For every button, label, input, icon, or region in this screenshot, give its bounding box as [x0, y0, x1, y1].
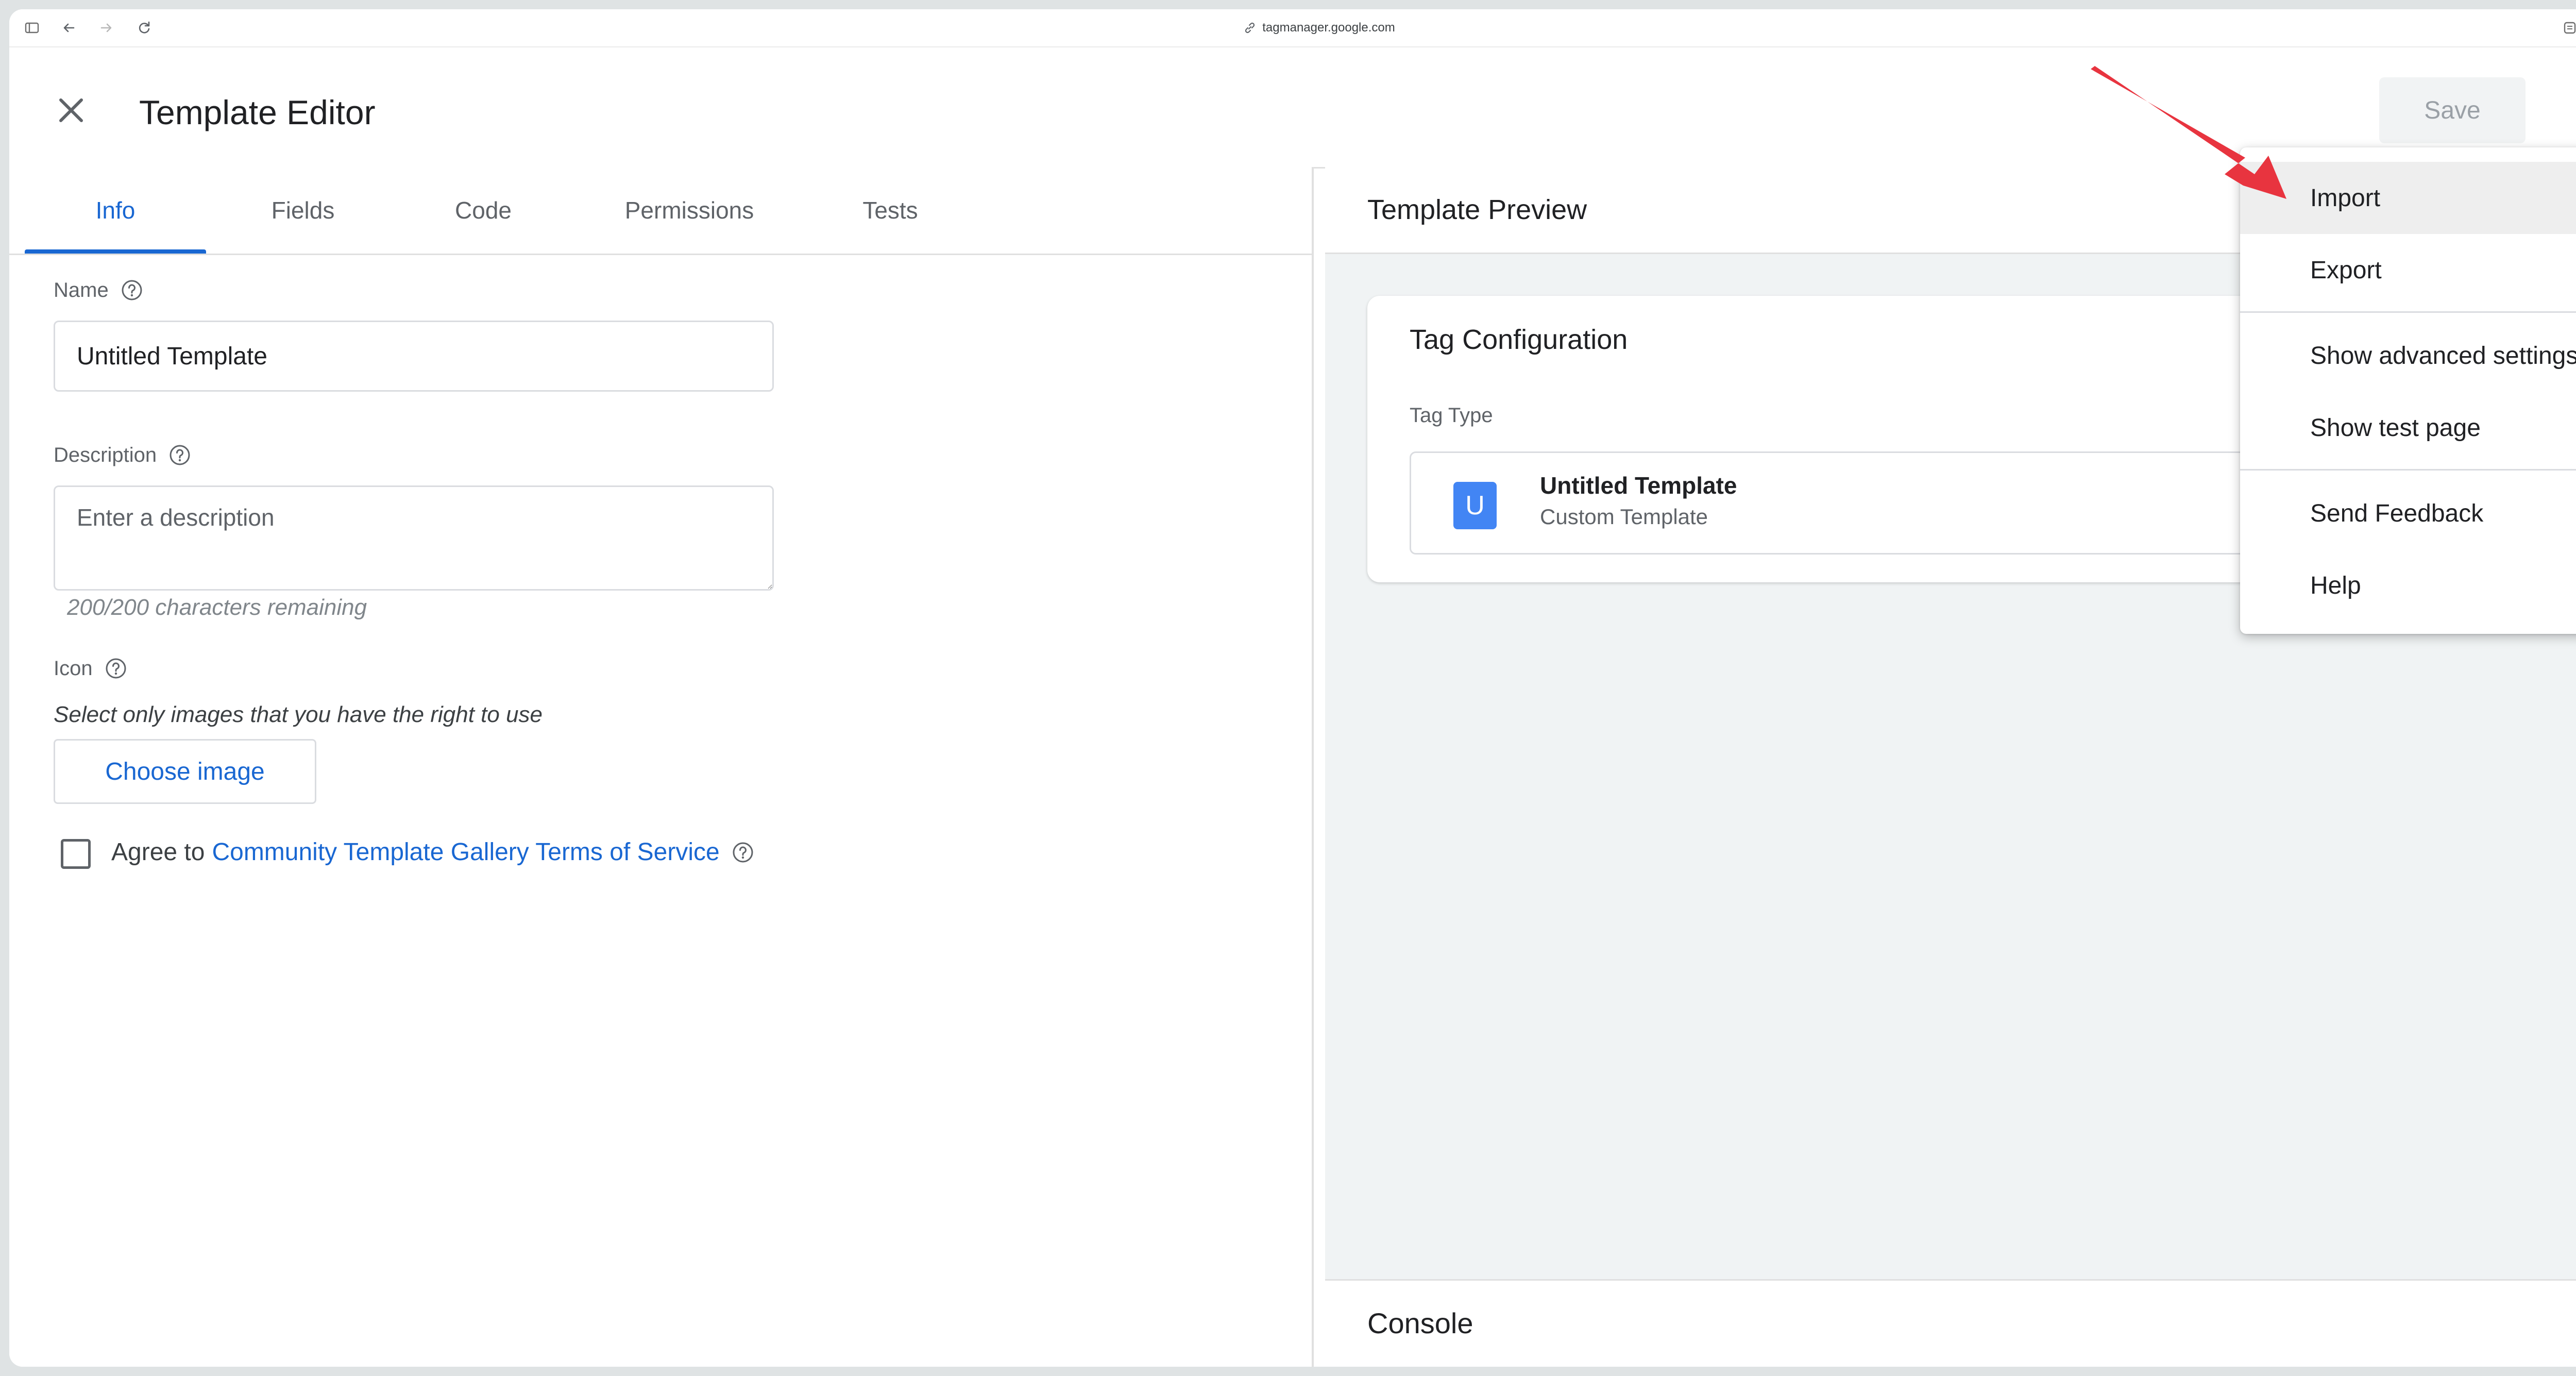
menu-item-send-feedback[interactable]: Send Feedback — [2240, 477, 2576, 549]
console-title: Console — [1367, 1307, 1473, 1339]
character-counter: 200/200 characters remaining — [67, 595, 367, 620]
tab-fields[interactable]: Fields — [215, 167, 391, 254]
agree-prefix: Agree to — [111, 838, 205, 866]
editor-panel: Info Fields Code Permissions Tests Name … — [9, 167, 1314, 1367]
agree-label: Agree to Community Template Gallery Term… — [111, 838, 755, 866]
page-title: Template Editor — [139, 93, 376, 131]
help-icon[interactable] — [731, 841, 755, 864]
tab-code[interactable]: Code — [401, 167, 566, 254]
link-icon — [1245, 22, 1255, 33]
chevron-up-icon[interactable] — [2574, 1312, 2576, 1340]
more-options-menu: Import Export Show advanced settings Sho… — [2240, 147, 2576, 634]
help-icon[interactable] — [168, 443, 192, 467]
tab-info[interactable]: Info — [25, 167, 206, 254]
console-panel[interactable]: Console — [1325, 1279, 2576, 1367]
icon-hint: Select only images that you have the rig… — [54, 702, 543, 727]
tab-bar: Info Fields Code Permissions Tests — [9, 167, 1312, 255]
close-icon[interactable] — [55, 94, 88, 127]
template-badge-icon: U — [1453, 482, 1497, 529]
menu-item-import[interactable]: Import — [2240, 162, 2576, 234]
tab-permissions[interactable]: Permissions — [576, 167, 803, 254]
icon-label: Icon — [54, 657, 128, 680]
name-label: Name — [54, 278, 144, 302]
tag-type-label: Tag Type — [1410, 404, 1493, 427]
app-header: Template Editor Save — [9, 46, 2576, 169]
menu-divider — [2240, 311, 2576, 313]
name-label-text: Name — [54, 278, 109, 301]
description-label: Description — [54, 443, 192, 467]
browser-toolbar: tagmanager.google.com — [9, 9, 2576, 47]
menu-divider — [2240, 469, 2576, 471]
choose-image-button[interactable]: Choose image — [54, 739, 316, 804]
name-input[interactable] — [54, 321, 774, 392]
template-name: Untitled Template — [1540, 472, 1737, 499]
browser-window: tagmanager.google.com Template Editor Sa… — [9, 9, 2576, 1367]
preview-title: Template Preview — [1367, 194, 1587, 225]
active-tab-indicator — [25, 249, 206, 254]
url-text: tagmanager.google.com — [1262, 21, 1395, 35]
menu-item-export[interactable]: Export — [2240, 234, 2576, 306]
icon-label-text: Icon — [54, 657, 93, 680]
address-bar[interactable]: tagmanager.google.com — [9, 9, 2576, 46]
more-options-icon[interactable] — [2566, 94, 2576, 127]
help-icon[interactable] — [104, 657, 128, 680]
description-textarea[interactable] — [54, 485, 774, 591]
template-type: Custom Template — [1540, 505, 1708, 529]
reader-mode-icon[interactable] — [2562, 20, 2576, 36]
tab-tests[interactable]: Tests — [813, 167, 968, 254]
description-label-text: Description — [54, 443, 157, 466]
card-title: Tag Configuration — [1410, 324, 1628, 355]
menu-item-show-advanced-settings[interactable]: Show advanced settings — [2240, 320, 2576, 392]
help-icon[interactable] — [120, 278, 144, 302]
terms-of-service-link[interactable]: Community Template Gallery Terms of Serv… — [212, 838, 719, 866]
menu-item-show-test-page[interactable]: Show test page — [2240, 392, 2576, 464]
save-button[interactable]: Save — [2379, 77, 2526, 143]
agree-checkbox[interactable] — [61, 839, 91, 869]
menu-item-help[interactable]: Help — [2240, 549, 2576, 622]
